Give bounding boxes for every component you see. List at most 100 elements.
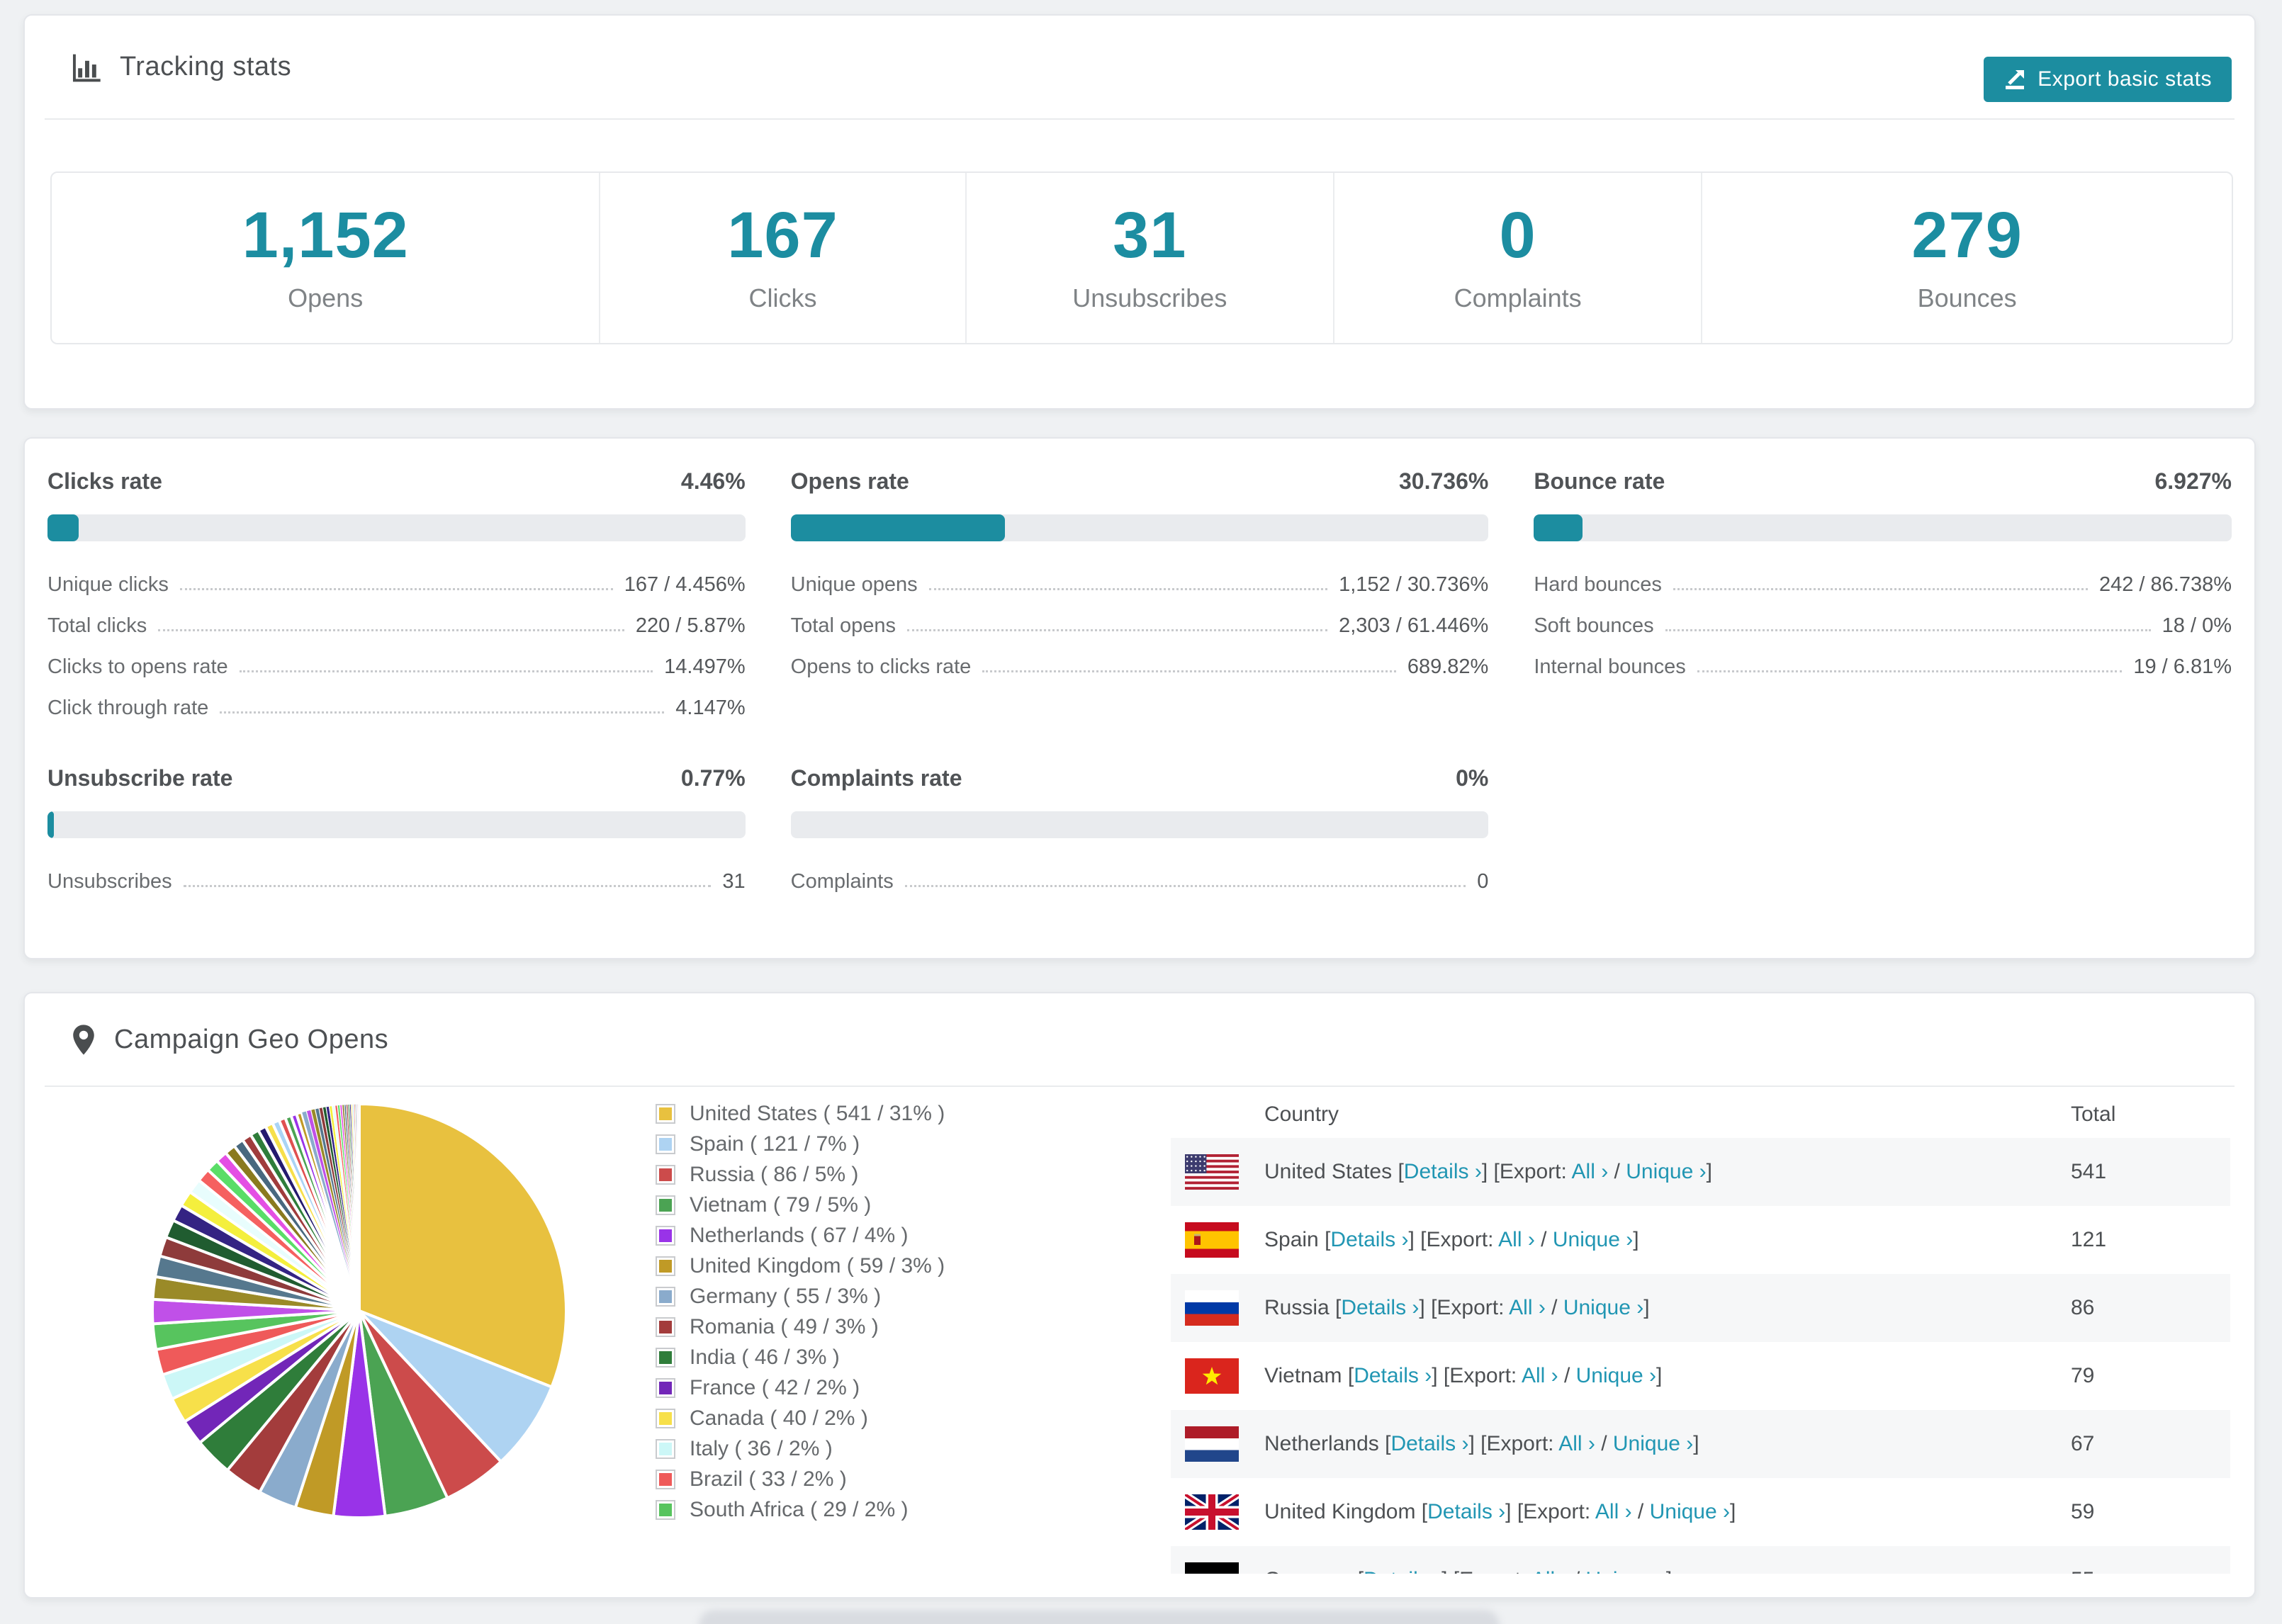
- export-all-link[interactable]: All ›: [1558, 1432, 1595, 1455]
- rate-detail-value: 1,152 / 30.736%: [1339, 573, 1489, 596]
- stat-cell-opens: 1,152 Opens: [52, 173, 601, 343]
- dotted-leader: [1673, 588, 2088, 590]
- legend-swatch-color: [659, 1442, 672, 1455]
- export-all-link[interactable]: All ›: [1498, 1228, 1535, 1251]
- legend-swatch-color: [659, 1107, 672, 1120]
- progress-bar-fill: [790, 514, 1006, 541]
- flag-us-icon: [1185, 1154, 1239, 1190]
- legend-label: India ( 46 / 3% ): [690, 1345, 840, 1369]
- rate-detail-row: Opens to clicks rate 689.82%: [791, 639, 1489, 680]
- export-unique-link[interactable]: Unique ›: [1576, 1364, 1656, 1387]
- dotted-leader: [906, 629, 1328, 631]
- legend-swatch-color: [659, 1381, 672, 1394]
- legend-label: France ( 42 / 2% ): [690, 1375, 860, 1399]
- geo-opens-card: Campaign Geo Opens United States ( 541 /…: [23, 992, 2256, 1598]
- geo-opens-header: Campaign Geo Opens: [25, 993, 2254, 1086]
- export-basic-stats-button[interactable]: Export basic stats: [1984, 57, 2232, 102]
- rate-title: Opens rate: [790, 468, 909, 494]
- legend-swatch-color: [659, 1168, 672, 1181]
- rate-detail-value: 2,303 / 61.446%: [1339, 614, 1489, 637]
- rate-detail-row: Complaints 0: [791, 854, 1489, 895]
- total-cell: 67: [2071, 1432, 2095, 1455]
- progress-bar-fill: [47, 514, 79, 541]
- rate-head: Opens rate 30.736%: [791, 468, 1489, 495]
- total-cell: 541: [2071, 1160, 2107, 1183]
- stat-label: Bounces: [1917, 283, 2017, 312]
- legend-item-italy: Italy ( 36 / 2% ): [656, 1433, 945, 1464]
- rate-title: Complaints rate: [790, 765, 962, 791]
- total-column-header: Total: [2071, 1103, 2116, 1126]
- legend-swatch-color: [659, 1290, 672, 1303]
- rate-detail-value: 4.147%: [675, 697, 746, 719]
- stat-cell-clicks: 167 Clicks: [600, 173, 967, 343]
- country-cell: Netherlands [Details ›] [Export: All › /…: [1264, 1432, 1699, 1455]
- geo-opens-title: Campaign Geo Opens: [114, 1024, 389, 1054]
- stat-label: Opens: [288, 283, 364, 312]
- export-button-label: Export basic stats: [2038, 67, 2212, 91]
- rate-detail-value: 167 / 4.456%: [624, 573, 746, 596]
- rate-detail-value: 18 / 0%: [2162, 614, 2232, 637]
- legend-item-united-states: United States ( 541 / 31% ): [656, 1098, 945, 1129]
- rate-title: Clicks rate: [47, 468, 162, 494]
- country-cell: United States [Details ›] [Export: All ›…: [1264, 1160, 1712, 1183]
- export-all-link[interactable]: All ›: [1509, 1296, 1546, 1319]
- details-link[interactable]: Details ›: [1427, 1500, 1505, 1523]
- legend-label: Brazil ( 33 / 2% ): [690, 1467, 847, 1491]
- details-link[interactable]: Details ›: [1404, 1160, 1482, 1183]
- geo-table-row-spain: Spain [Details ›] [Export: All › / Uniqu…: [1171, 1206, 2230, 1274]
- rate-block-unsubscribe-rate: Unsubscribe rate 0.77% Unsubscribes 31: [47, 765, 746, 895]
- rate-detail-label: Hard bounces: [1534, 573, 1662, 596]
- progress-bar: [47, 811, 746, 838]
- geo-table-row-russia: Russia [Details ›] [Export: All › / Uniq…: [1171, 1274, 2230, 1342]
- stat-label: Complaints: [1454, 283, 1582, 312]
- country-cell: Germany [Details ›] [Export: All › / Uni…: [1264, 1568, 1672, 1574]
- details-link[interactable]: Details ›: [1341, 1296, 1419, 1319]
- details-link[interactable]: Details ›: [1330, 1228, 1408, 1251]
- rate-title: Unsubscribe rate: [47, 765, 233, 791]
- rate-head: Bounce rate 6.927%: [1534, 468, 2232, 495]
- details-link[interactable]: Details ›: [1364, 1568, 1441, 1574]
- export-unique-link[interactable]: Unique ›: [1553, 1228, 1633, 1251]
- dotted-leader: [220, 711, 665, 714]
- flag-vn-icon: [1185, 1358, 1239, 1394]
- dotted-leader: [1697, 670, 2123, 672]
- export-all-link[interactable]: All ›: [1522, 1364, 1558, 1387]
- rate-head: Clicks rate 4.46%: [47, 468, 746, 495]
- legend-item-spain: Spain ( 121 / 7% ): [656, 1129, 945, 1159]
- export-unique-link[interactable]: Unique ›: [1626, 1160, 1706, 1183]
- dotted-leader: [904, 885, 1466, 887]
- export-unique-link[interactable]: Unique ›: [1586, 1568, 1666, 1574]
- legend-item-canada: Canada ( 40 / 2% ): [656, 1403, 945, 1433]
- legend-swatch: [656, 1499, 675, 1520]
- legend-swatch-color: [659, 1411, 672, 1425]
- legend-swatch-color: [659, 1198, 672, 1212]
- progress-bar: [1534, 514, 2232, 541]
- tracking-stats-card: Tracking stats Export basic stats 1,152 O…: [23, 14, 2256, 410]
- flag-nl-icon: [1185, 1426, 1239, 1462]
- export-unique-link[interactable]: Unique ›: [1613, 1432, 1693, 1455]
- rate-detail-row: Unsubscribes 31: [47, 854, 746, 895]
- export-all-link[interactable]: All ›: [1572, 1160, 1609, 1183]
- legend-label: South Africa ( 29 / 2% ): [690, 1497, 909, 1521]
- legend-swatch: [656, 1286, 675, 1307]
- rate-detail-label: Soft bounces: [1534, 614, 1654, 637]
- export-unique-link[interactable]: Unique ›: [1650, 1500, 1730, 1523]
- geo-table-header: Country Total: [1171, 1091, 2230, 1138]
- dotted-leader: [158, 629, 624, 631]
- stat-value: 279: [1911, 199, 2023, 271]
- legend-label: Romania ( 49 / 3% ): [690, 1314, 879, 1338]
- details-link[interactable]: Details ›: [1390, 1432, 1468, 1455]
- rate-detail-row: Click through rate 4.147%: [47, 680, 746, 721]
- total-cell: 121: [2071, 1228, 2107, 1251]
- export-all-link[interactable]: All ›: [1595, 1500, 1632, 1523]
- export-unique-link[interactable]: Unique ›: [1563, 1296, 1643, 1319]
- bar-chart-icon: [72, 52, 101, 82]
- map-pin-icon: [72, 1024, 96, 1056]
- rate-detail-value: 31: [722, 870, 746, 893]
- export-all-link[interactable]: All ›: [1531, 1568, 1568, 1574]
- rate-percentage: 4.46%: [680, 468, 746, 494]
- rate-block-clicks-rate: Clicks rate 4.46% Unique clicks 167 / 4.456…: [47, 468, 746, 721]
- details-link[interactable]: Details ›: [1354, 1364, 1432, 1387]
- legend-item-germany: Germany ( 55 / 3% ): [656, 1281, 945, 1312]
- legend-swatch: [656, 1195, 675, 1215]
